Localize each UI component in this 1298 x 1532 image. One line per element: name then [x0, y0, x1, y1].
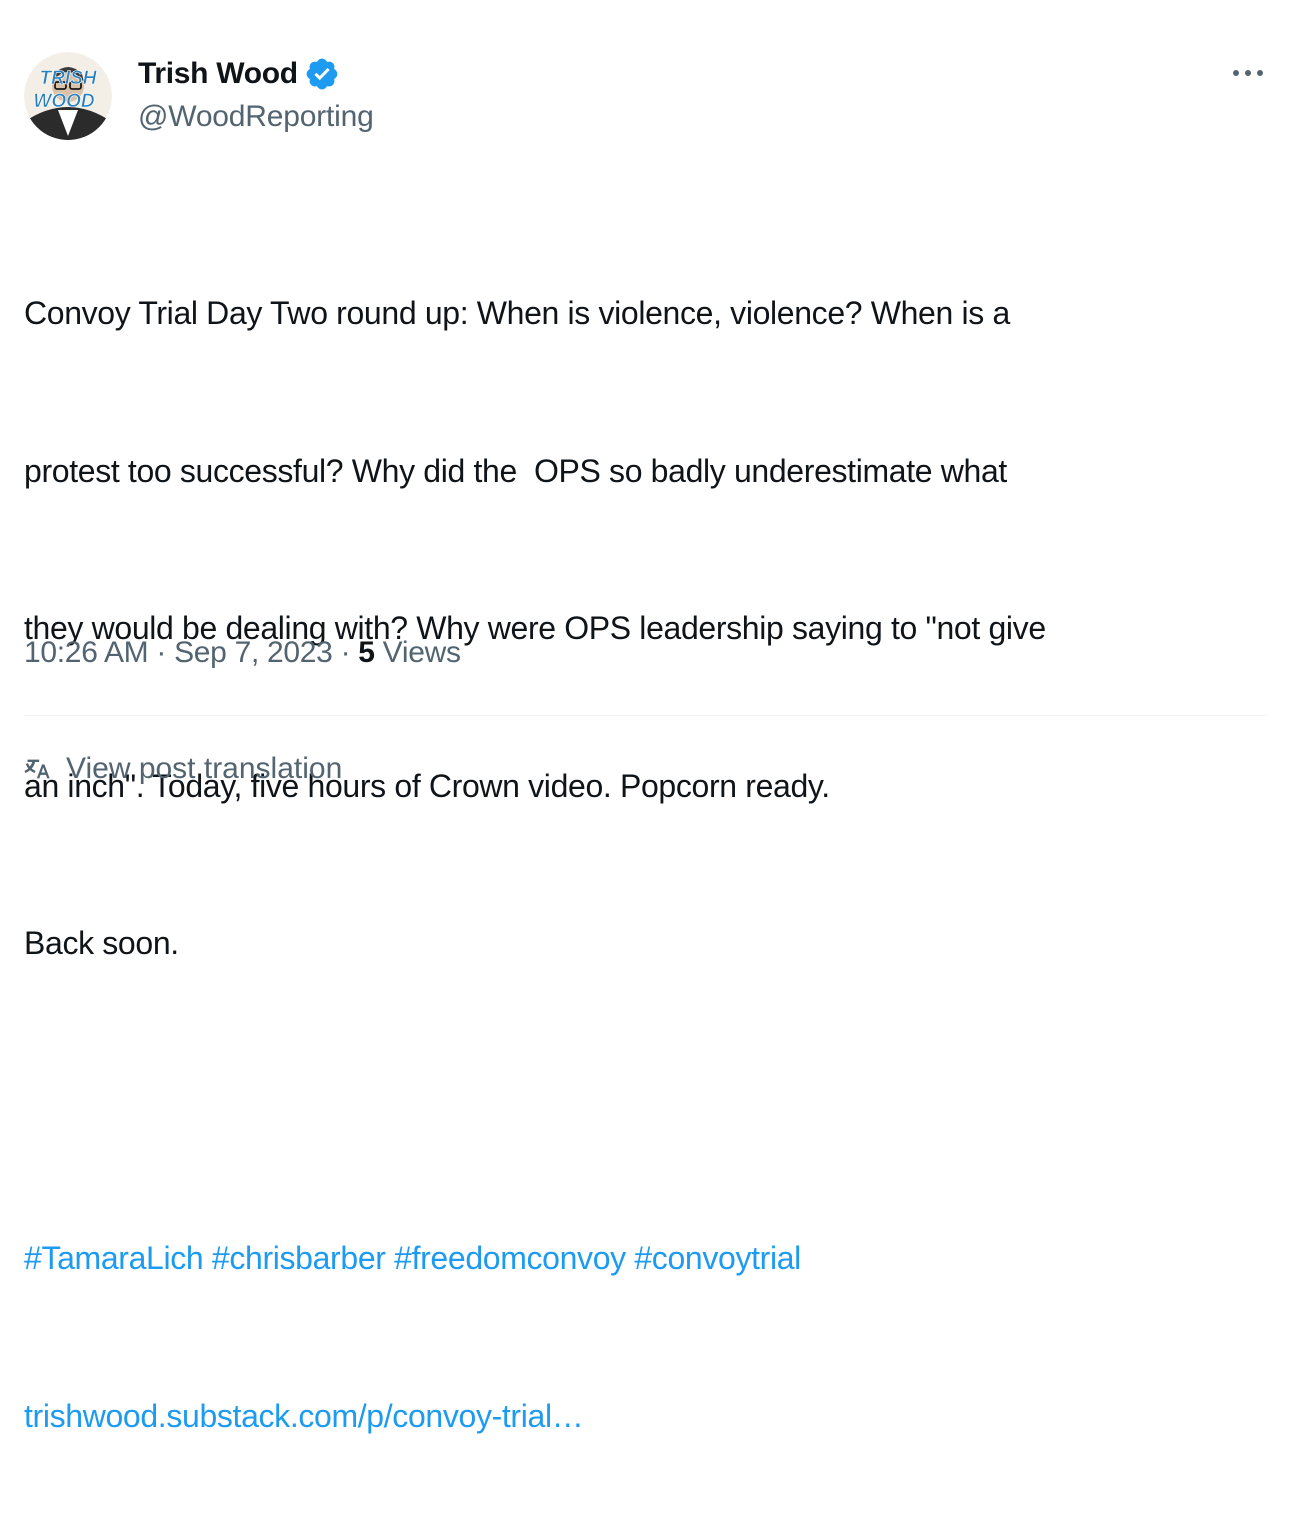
external-link[interactable]: trishwood.substack.com/p/convoy-trial… — [24, 1398, 584, 1434]
author-info: Trish Wood @WoodReporting — [138, 54, 374, 134]
tweet-text-line: Back soon. — [24, 925, 179, 961]
svg-text:WOOD: WOOD — [33, 91, 94, 112]
svg-text:TRISH: TRISH — [40, 68, 98, 89]
view-translation-button[interactable]: View post translation — [24, 752, 342, 786]
verified-badge-icon[interactable] — [304, 56, 340, 92]
tweet-meta: 10:26 AM · Sep 7, 2023 · 5 Views — [24, 636, 461, 670]
author-handle[interactable]: @WoodReporting — [138, 100, 374, 134]
avatar-image: TRISH WOOD — [24, 52, 112, 140]
more-options-icon — [1233, 70, 1263, 76]
hashtag-link[interactable]: #freedomconvoy — [394, 1240, 626, 1276]
hashtag-link[interactable]: #TamaraLich — [24, 1240, 204, 1276]
hashtag-line: #TamaraLich #chrisbarber #freedomconvoy … — [24, 1232, 1274, 1285]
divider — [24, 715, 1268, 716]
tweet-text-line: protest too successful? Why did the OPS … — [24, 452, 1007, 489]
tweet: TRISH WOOD Trish Wood @WoodReporting Con… — [24, 0, 1268, 1434]
view-translation-label: View post translation — [66, 752, 343, 785]
meta-separator: · — [156, 636, 167, 669]
hashtag-link[interactable]: #convoytrial — [634, 1240, 801, 1276]
tweet-text: Convoy Trial Day Two round up: When is v… — [24, 182, 1274, 1532]
tweet-text-line: Convoy Trial Day Two round up: When is v… — [24, 295, 1010, 331]
avatar[interactable]: TRISH WOOD — [24, 52, 112, 140]
author-name-row: Trish Wood — [138, 54, 374, 94]
more-options-button[interactable] — [1228, 58, 1268, 88]
views-label: Views — [382, 636, 461, 669]
meta-separator: · — [340, 636, 351, 669]
link-line: trishwood.substack.com/p/convoy-trial… — [24, 1390, 1274, 1443]
author-display-name[interactable]: Trish Wood — [138, 57, 298, 91]
translate-icon — [24, 759, 50, 779]
tweet-time[interactable]: 10:26 AM — [24, 636, 149, 670]
hashtag-link[interactable]: #chrisbarber — [212, 1240, 386, 1276]
tweet-header: TRISH WOOD Trish Wood @WoodReporting — [24, 48, 1268, 144]
views-count: 5 — [358, 636, 375, 669]
tweet-date[interactable]: Sep 7, 2023 — [174, 636, 333, 670]
